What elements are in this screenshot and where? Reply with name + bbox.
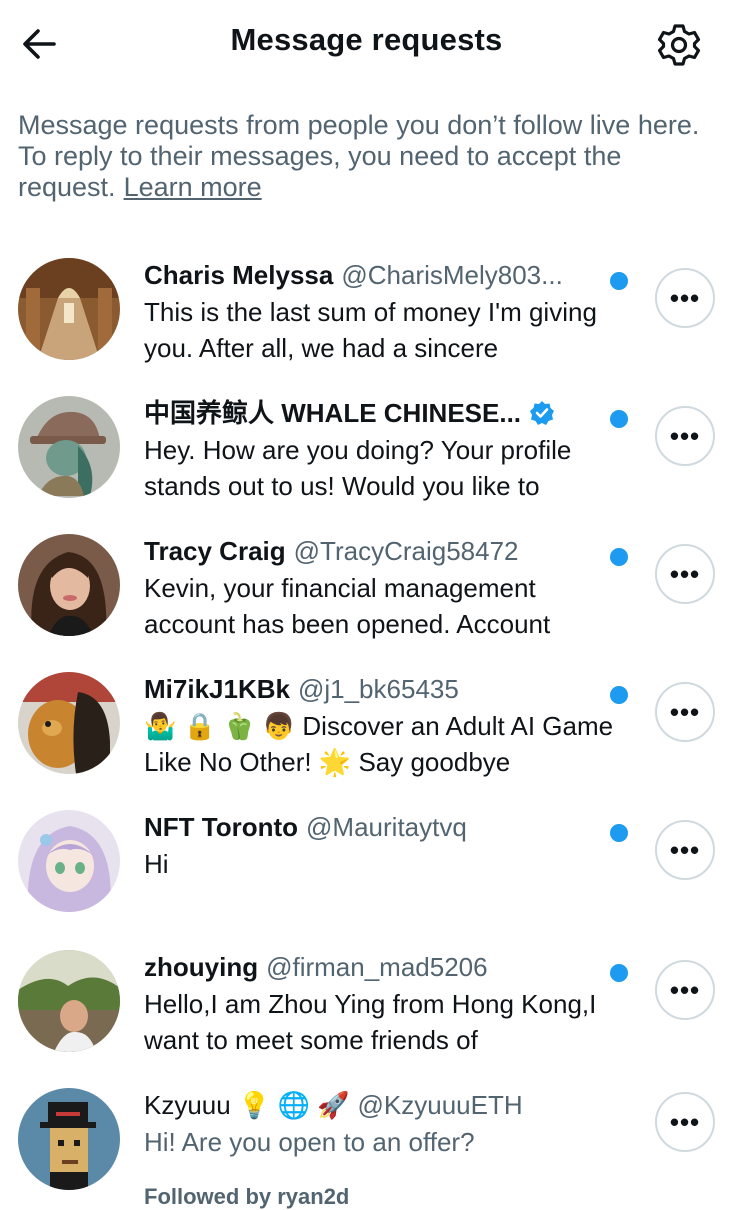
unread-dot — [610, 824, 628, 842]
sender-name: Mi7ikJ1KBk — [144, 674, 290, 704]
sender-line: NFT Toronto @Mauritaytvq — [144, 812, 604, 842]
more-options-button[interactable]: ••• — [655, 544, 715, 604]
message-preview: This is the last sum of money I'm giving… — [144, 297, 597, 363]
sender-handle: @CharisMely803... — [341, 260, 563, 290]
sender-line: Mi7ikJ1KBk @j1_bk65435 — [144, 674, 604, 704]
message-request-item[interactable]: Mi7ikJ1KBk @j1_bk65435 🤷‍♂️ 🔒 🫑 👦 Discove… — [0, 672, 733, 810]
avatar[interactable] — [18, 950, 120, 1052]
sender-handle: @KzyuuuETH — [357, 1090, 523, 1120]
message-request-item[interactable]: 中国养鲸人 WHALE CHINESE... Hey. How are you … — [0, 396, 733, 534]
sender-handle: @j1_bk65435 — [297, 674, 459, 704]
avatar[interactable] — [18, 396, 120, 498]
message-request-item[interactable]: NFT Toronto @Mauritaytvq Hi ••• — [0, 810, 733, 948]
message-preview: Hi! Are you open to an offer? — [144, 1127, 475, 1157]
unread-dot — [610, 272, 628, 290]
sender-line: 中国养鲸人 WHALE CHINESE... — [144, 398, 604, 432]
gear-icon[interactable] — [656, 22, 702, 68]
sender-line: Tracy Craig @TracyCraig58472 — [144, 536, 604, 566]
more-options-button[interactable]: ••• — [655, 960, 715, 1020]
avatar[interactable] — [18, 258, 120, 360]
avatar[interactable] — [18, 672, 120, 774]
sender-handle: @Mauritaytvq — [306, 812, 467, 842]
top-bar: Message requests — [0, 0, 733, 88]
sender-line: zhouying @firman_mad5206 — [144, 952, 604, 982]
requests-info-text: Message requests from people you don’t f… — [18, 110, 718, 203]
unread-dot — [610, 410, 628, 428]
sender-handle: @firman_mad5206 — [266, 952, 488, 982]
more-options-button[interactable]: ••• — [655, 820, 715, 880]
more-options-button[interactable]: ••• — [655, 1092, 715, 1152]
message-request-item[interactable]: Charis Melyssa @CharisMely803... This is … — [0, 258, 733, 396]
sender-name: Charis Melyssa — [144, 260, 334, 290]
more-options-button[interactable]: ••• — [655, 268, 715, 328]
more-options-button[interactable]: ••• — [655, 682, 715, 742]
avatar[interactable] — [18, 534, 120, 636]
sender-name: Kzyuuu 💡 🌐 🚀 — [144, 1090, 350, 1120]
more-options-button[interactable]: ••• — [655, 406, 715, 466]
message-preview: Kevin, your financial management account… — [144, 573, 551, 639]
message-preview: Hi — [144, 849, 169, 879]
info-description: Message requests from people you don’t f… — [18, 110, 700, 202]
message-request-item[interactable]: Kzyuuu 💡 🌐 🚀 @KzyuuuETH Hi! Are you open … — [0, 1088, 733, 1209]
sender-name: 中国养鲸人 WHALE CHINESE... — [144, 398, 522, 428]
verified-badge-icon — [529, 400, 555, 432]
unread-dot — [610, 686, 628, 704]
unread-dot — [610, 964, 628, 982]
message-preview: 🤷‍♂️ 🔒 🫑 👦 Discover an Adult AI Game Lik… — [144, 711, 614, 777]
message-request-item[interactable]: Tracy Craig @TracyCraig58472 Kevin, your … — [0, 534, 733, 672]
sender-line: Kzyuuu 💡 🌐 🚀 @KzyuuuETH — [144, 1090, 604, 1120]
message-preview: Hey. How are you doing? Your profile sta… — [144, 435, 572, 501]
unread-dot — [610, 548, 628, 566]
sender-name: Tracy Craig — [144, 536, 286, 566]
avatar[interactable] — [18, 1088, 120, 1190]
sender-line: Charis Melyssa @CharisMely803... — [144, 260, 604, 290]
sender-name: NFT Toronto — [144, 812, 299, 842]
message-request-item[interactable]: zhouying @firman_mad5206 Hello,I am Zhou … — [0, 950, 733, 1088]
message-preview: Hello,I am Zhou Ying from Hong Kong,I wa… — [144, 989, 597, 1055]
page-title: Message requests — [230, 22, 503, 57]
avatar[interactable] — [18, 810, 120, 912]
learn-more-link[interactable]: Learn more — [124, 172, 262, 202]
followed-by-text: Followed by ryan2d — [144, 1184, 350, 1209]
sender-handle: @TracyCraig58472 — [293, 536, 519, 566]
sender-name: zhouying — [144, 952, 259, 982]
